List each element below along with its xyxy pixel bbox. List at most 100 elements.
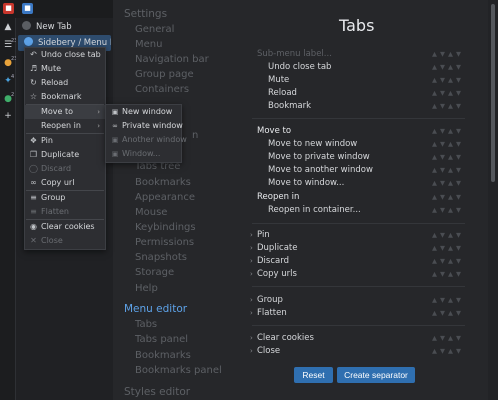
editor-row[interactable]: Move to another window ▲▼▲▼ <box>243 164 488 177</box>
menu-item-flatten[interactable]: ≡ Flatten <box>24 205 106 219</box>
menu-item-reload[interactable]: ↻ Reload <box>24 76 106 90</box>
row-controls[interactable]: ▲▼▲▼ <box>432 100 464 113</box>
row-controls[interactable]: ▲▼▲▼ <box>432 48 464 61</box>
row-controls[interactable]: ▲▼▲▼ <box>432 307 464 320</box>
row-controls[interactable]: ▲▼▲▼ <box>432 74 464 87</box>
nav-item[interactable]: Bookmarks <box>135 350 191 361</box>
nav-item[interactable]: Navigation bar <box>135 54 209 65</box>
chevron-right-icon[interactable]: › <box>250 294 253 307</box>
chevron-right-icon[interactable]: › <box>250 268 253 281</box>
editor-row[interactable]: Undo close tab ▲▼▲▼ <box>243 61 488 74</box>
menu-item-discard[interactable]: ◯ Discard <box>24 162 106 176</box>
menu-item-group[interactable]: ≡ Group <box>24 191 106 205</box>
nav-item[interactable]: Tabs <box>135 319 157 330</box>
row-controls[interactable]: ▲▼▲▼ <box>432 242 464 255</box>
panel-icon-orange[interactable]: ● 23 <box>3 56 17 68</box>
row-controls[interactable]: ▲▼▲▼ <box>432 87 464 100</box>
row-controls[interactable]: ▲▼▲▼ <box>432 332 464 345</box>
menu-item-move-to[interactable]: Move to › <box>24 105 106 119</box>
menu-item-copy-url[interactable]: ∞ Copy url <box>24 176 106 190</box>
editor-row[interactable]: › Pin ▲▼▲▼ <box>243 229 488 242</box>
editor-row[interactable]: Sub-menu label... ▲▼▲▼ <box>243 48 488 61</box>
translate-icon[interactable]: ■ <box>22 3 33 14</box>
editor-row[interactable]: Move to ▲▼▲▼ <box>243 125 488 138</box>
row-controls[interactable]: ▲▼▲▼ <box>432 255 464 268</box>
chevron-right-icon[interactable]: › <box>250 332 253 345</box>
editor-row[interactable]: › Clear cookies ▲▼▲▼ <box>243 332 488 345</box>
nav-item[interactable]: Storage <box>135 267 174 278</box>
tab-new-tab[interactable]: New Tab <box>16 19 113 35</box>
editor-row[interactable]: Reopen in ▲▼▲▼ <box>243 191 488 204</box>
editor-row[interactable]: Reload ▲▼▲▼ <box>243 87 488 100</box>
nav-item[interactable]: Group page <box>135 69 194 80</box>
nav-styles-editor[interactable]: Styles editor <box>124 386 190 398</box>
editor-row[interactable]: › Flatten ▲▼▲▼ <box>243 307 488 320</box>
nav-item[interactable]: Menu <box>135 39 162 50</box>
bell-icon[interactable]: ▲ <box>3 22 13 32</box>
row-controls[interactable]: ▲▼▲▼ <box>432 177 464 190</box>
editor-row[interactable]: › Duplicate ▲▼▲▼ <box>243 242 488 255</box>
submenu-item-window[interactable]: ▣ Window... <box>105 147 182 161</box>
create-separator-button[interactable]: Create separator <box>337 367 415 383</box>
chevron-right-icon[interactable]: › <box>250 229 253 242</box>
row-controls[interactable]: ▲▼▲▼ <box>432 204 464 217</box>
submenu-item-new-window[interactable]: ▣ New window <box>105 105 182 119</box>
nav-item[interactable]: Bookmarks <box>135 177 191 188</box>
row-controls[interactable]: ▲▼▲▼ <box>432 229 464 242</box>
nav-item[interactable]: n <box>192 130 198 141</box>
menu-item-clear-cookies[interactable]: ◉ Clear cookies <box>24 220 106 234</box>
reset-button[interactable]: Reset <box>294 367 333 383</box>
scrollbar-thumb[interactable] <box>491 4 495 182</box>
nav-item[interactable]: Containers <box>135 84 189 95</box>
editor-row[interactable]: Move to new window ▲▼▲▼ <box>243 138 488 151</box>
editor-row[interactable]: Bookmark ▲▼▲▼ <box>243 100 488 113</box>
row-controls[interactable]: ▲▼▲▼ <box>432 61 464 74</box>
row-controls[interactable]: ▲▼▲▼ <box>432 191 464 204</box>
tabs-panel-icon[interactable]: ☰ 23 <box>3 38 17 50</box>
nav-item[interactable]: Bookmarks panel <box>135 365 222 376</box>
row-controls[interactable]: ▲▼▲▼ <box>432 151 464 164</box>
chevron-right-icon[interactable]: › <box>250 255 253 268</box>
chevron-right-icon[interactable]: › <box>250 242 253 255</box>
menu-item-reopen-in[interactable]: Reopen in › <box>24 119 106 133</box>
menu-item-pin[interactable]: ❖ Pin <box>24 134 106 148</box>
chevron-right-icon[interactable]: › <box>250 345 253 358</box>
menu-item-duplicate[interactable]: ❐ Duplicate <box>24 148 106 162</box>
editor-row[interactable]: › Group ▲▼▲▼ <box>243 294 488 307</box>
row-controls[interactable]: ▲▼▲▼ <box>432 345 464 358</box>
menu-item-mute[interactable]: ♬ Mute <box>24 62 106 76</box>
nav-item[interactable]: Appearance <box>135 192 195 203</box>
menu-item-bookmark[interactable]: ☆ Bookmark <box>24 90 106 104</box>
row-controls[interactable]: ▲▼▲▼ <box>432 138 464 151</box>
row-controls[interactable]: ▲▼▲▼ <box>432 125 464 138</box>
nav-item[interactable]: General <box>135 24 174 35</box>
editor-row[interactable]: Mute ▲▼▲▼ <box>243 74 488 87</box>
row-controls[interactable]: ▲▼▲▼ <box>432 164 464 177</box>
editor-row[interactable]: Reopen in container... ▲▼▲▼ <box>243 204 488 217</box>
nav-menu-editor[interactable]: Menu editor <box>124 303 187 315</box>
add-panel-icon[interactable]: + <box>3 111 13 121</box>
editor-row[interactable]: › Close ▲▼▲▼ <box>243 345 488 358</box>
nav-settings[interactable]: Settings <box>124 8 167 20</box>
panel-icon-green[interactable]: ● 2 <box>3 92 14 104</box>
editor-row[interactable]: Move to private window ▲▼▲▼ <box>243 151 488 164</box>
chevron-right-icon[interactable]: › <box>250 307 253 320</box>
nav-item[interactable]: Help <box>135 283 158 294</box>
submenu-item-another-window[interactable]: ▣ Another window <box>105 133 187 147</box>
menu-item-undo-close-tab[interactable]: ↶ Undo close tab <box>24 48 106 62</box>
editor-row[interactable]: Move to window... ▲▼▲▼ <box>243 177 488 190</box>
submenu-item-private-window[interactable]: ∞ Private window <box>105 119 183 133</box>
scrollbar[interactable] <box>488 0 498 400</box>
twitter-icon[interactable]: ✦ 4 <box>3 74 14 86</box>
nav-item[interactable]: Permissions <box>135 237 194 248</box>
app-icon[interactable]: ■ <box>3 3 14 14</box>
row-controls[interactable]: ▲▼▲▼ <box>432 268 464 281</box>
row-controls[interactable]: ▲▼▲▼ <box>432 294 464 307</box>
editor-row[interactable]: › Discard ▲▼▲▼ <box>243 255 488 268</box>
editor-row[interactable]: › Copy urls ▲▼▲▼ <box>243 268 488 281</box>
nav-item[interactable]: Keybindings <box>135 222 196 233</box>
menu-item-close[interactable]: ✕ Close <box>24 234 106 248</box>
nav-item[interactable]: Tabs panel <box>135 334 188 345</box>
nav-item[interactable]: Snapshots <box>135 252 187 263</box>
nav-item[interactable]: Mouse <box>135 207 167 218</box>
